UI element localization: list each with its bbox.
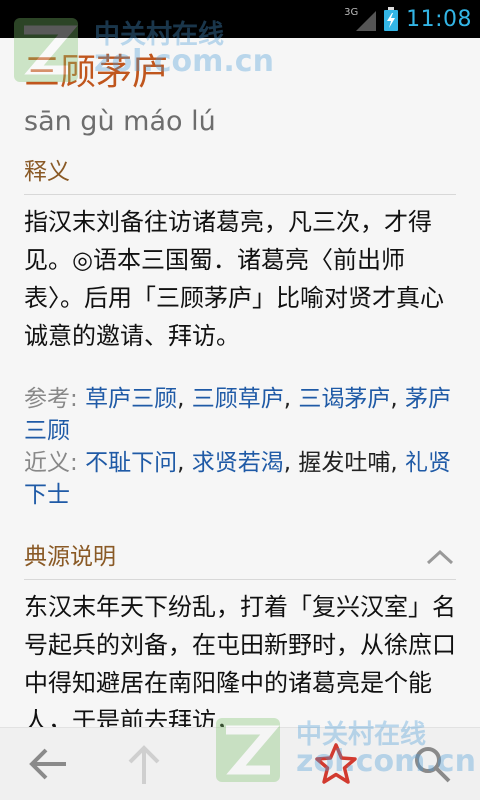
definition-text: 指汉末刘备往访诸葛亮，凡三次，才得见。◎语本三国蜀．诸葛亮〈前出师表〉。后用「三…	[24, 208, 444, 350]
back-arrow-icon	[29, 748, 66, 780]
signal-icon: 3G	[344, 5, 377, 33]
action-bar	[0, 727, 480, 800]
pinyin: sān gù máo lú	[24, 106, 216, 137]
references-row: 参考: 草庐三顾, 三顾草庐, 三谒茅庐, 茅庐三顾	[24, 386, 451, 444]
reference-link[interactable]: 三谒茅庐	[298, 386, 390, 412]
entry-content: 三顾茅庐 sān gù máo lú 释义 指汉末刘备往访诸葛亮，凡三次，才得见…	[24, 38, 456, 728]
related-words: 参考: 草庐三顾, 三顾草庐, 三谒茅庐, 茅庐三顾 近义: 不耻下问, 求贤若…	[24, 383, 456, 511]
synonyms-label: 近义:	[24, 450, 78, 476]
reference-link[interactable]: 草庐三顾	[85, 386, 177, 412]
synonym-link[interactable]: 求贤若渴	[192, 450, 284, 476]
chevron-up-icon[interactable]	[426, 548, 454, 566]
synonym-text: 握发吐哺	[298, 450, 391, 476]
clock: 11:08	[406, 6, 472, 32]
search-icon	[415, 747, 451, 783]
star-icon	[315, 743, 357, 784]
search-button[interactable]	[384, 728, 480, 800]
page-title: 三顾茅庐	[24, 52, 169, 93]
status-bar: 3G 11:08	[0, 0, 480, 38]
synonyms-row: 近义: 不耻下问, 求贤若渴, 握发吐哺, 礼贤下士	[24, 450, 451, 508]
source-text: 东汉末年天下纷乱，打着「复兴汉室」名号起兵的刘备，在屯田新野时，从徐庶口中得知避…	[24, 593, 456, 728]
up-arrow-icon	[128, 745, 160, 784]
favorite-button[interactable]	[288, 728, 384, 800]
back-button[interactable]	[0, 728, 96, 800]
reference-link[interactable]: 三顾草庐	[192, 386, 284, 412]
definition-heading: 释义	[24, 152, 456, 195]
up-button[interactable]	[96, 728, 192, 800]
synonym-link[interactable]: 不耻下问	[85, 450, 177, 476]
definition-heading-label: 释义	[24, 159, 70, 185]
source-heading[interactable]: 典源说明	[24, 537, 456, 580]
source-heading-label: 典源说明	[24, 544, 116, 570]
references-label: 参考:	[24, 386, 78, 412]
battery-icon	[384, 7, 399, 31]
